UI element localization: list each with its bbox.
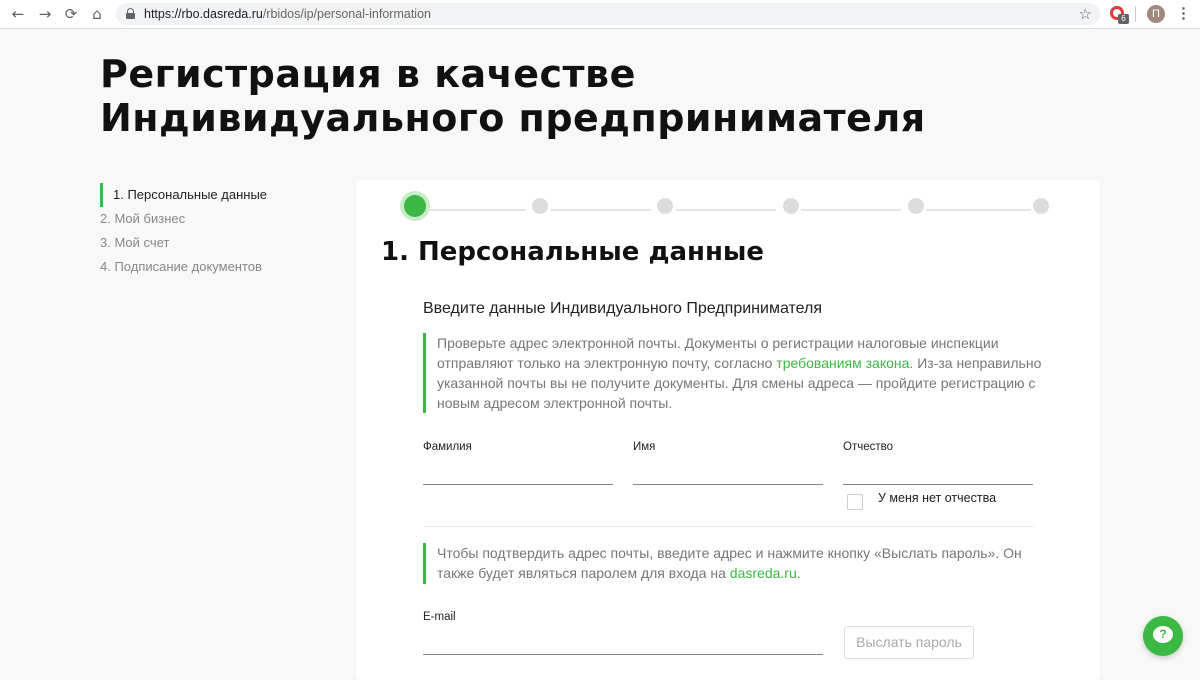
steps-sidebar: 1. Персональные данные 2. Мой бизнес 3. … — [100, 183, 267, 279]
name-input[interactable] — [633, 465, 823, 485]
progress-step-4 — [783, 198, 799, 214]
profile-avatar[interactable]: П — [1147, 5, 1165, 23]
email-input[interactable] — [423, 635, 823, 655]
bookmark-star-icon[interactable]: ☆ — [1079, 5, 1092, 23]
send-password-button[interactable]: Выслать пароль — [844, 626, 974, 659]
dasreda-link[interactable]: dasreda.ru. — [730, 565, 801, 581]
browser-menu-icon[interactable]: ⋮ — [1176, 5, 1191, 23]
sidebar-step-account[interactable]: 3. Мой счет — [100, 231, 267, 255]
page-title-line-2: Индивидуального предпринимателя — [100, 96, 926, 140]
section-divider — [423, 526, 1034, 527]
chat-widget-button[interactable]: ? — [1143, 616, 1183, 656]
toolbar-divider — [1135, 6, 1136, 22]
lock-icon — [126, 8, 135, 19]
patronymic-input[interactable] — [843, 465, 1033, 485]
extension-badge: 6 — [1118, 14, 1129, 24]
progress-step-5 — [908, 198, 924, 214]
password-notice: Чтобы подтвердить адрес почты, введите а… — [423, 543, 1043, 584]
reload-icon[interactable]: ⟳ — [62, 5, 80, 23]
progress-connector — [551, 209, 651, 211]
email-notice: Проверьте адрес электронной почты. Докум… — [423, 333, 1043, 413]
url-text: https://rbo.dasreda.ru/rbidos/ip/persona… — [144, 7, 431, 21]
progress-step-2 — [532, 198, 548, 214]
form-subtitle: Введите данные Индивидуального Предприни… — [423, 300, 823, 317]
page-title-line-1: Регистрация в качестве — [100, 52, 636, 96]
email-label: E-mail — [423, 611, 456, 623]
progress-stepper — [356, 180, 1100, 230]
sidebar-step-documents[interactable]: 4. Подписание документов — [100, 255, 267, 279]
progress-connector — [926, 209, 1031, 211]
surname-input[interactable] — [423, 465, 613, 485]
forward-icon[interactable]: → — [36, 5, 54, 23]
name-label: Имя — [633, 441, 656, 453]
back-icon[interactable]: ← — [9, 5, 27, 23]
progress-connector — [801, 209, 901, 211]
patronymic-label: Отчество — [843, 441, 893, 453]
progress-connector — [676, 209, 776, 211]
surname-label: Фамилия — [423, 441, 472, 453]
progress-step-6 — [1033, 198, 1049, 214]
address-bar[interactable]: https://rbo.dasreda.ru/rbidos/ip/persona… — [116, 3, 1100, 25]
chat-bubble-icon: ? — [1153, 626, 1173, 643]
home-icon[interactable]: ⌂ — [88, 5, 106, 23]
law-requirements-link[interactable]: требованиям закона. — [776, 355, 913, 371]
browser-toolbar: ← → ⟳ ⌂ https://rbo.dasreda.ru/rbidos/ip… — [0, 0, 1200, 29]
sidebar-step-business[interactable]: 2. Мой бизнес — [100, 207, 267, 231]
no-patronymic-checkbox[interactable] — [847, 494, 863, 510]
page-title: Регистрация в качестве Индивидуального п… — [100, 52, 1000, 140]
no-patronymic-label[interactable]: У меня нет отчества — [878, 491, 996, 505]
progress-connector — [426, 209, 526, 211]
form-card: 1. Персональные данные Введите данные Ин… — [356, 180, 1100, 680]
extension-icon[interactable]: 6 — [1110, 6, 1129, 24]
section-title: 1. Персональные данные — [381, 237, 765, 267]
progress-step-3 — [657, 198, 673, 214]
sidebar-step-personal[interactable]: 1. Персональные данные — [100, 183, 267, 207]
progress-step-1-active — [404, 195, 426, 217]
